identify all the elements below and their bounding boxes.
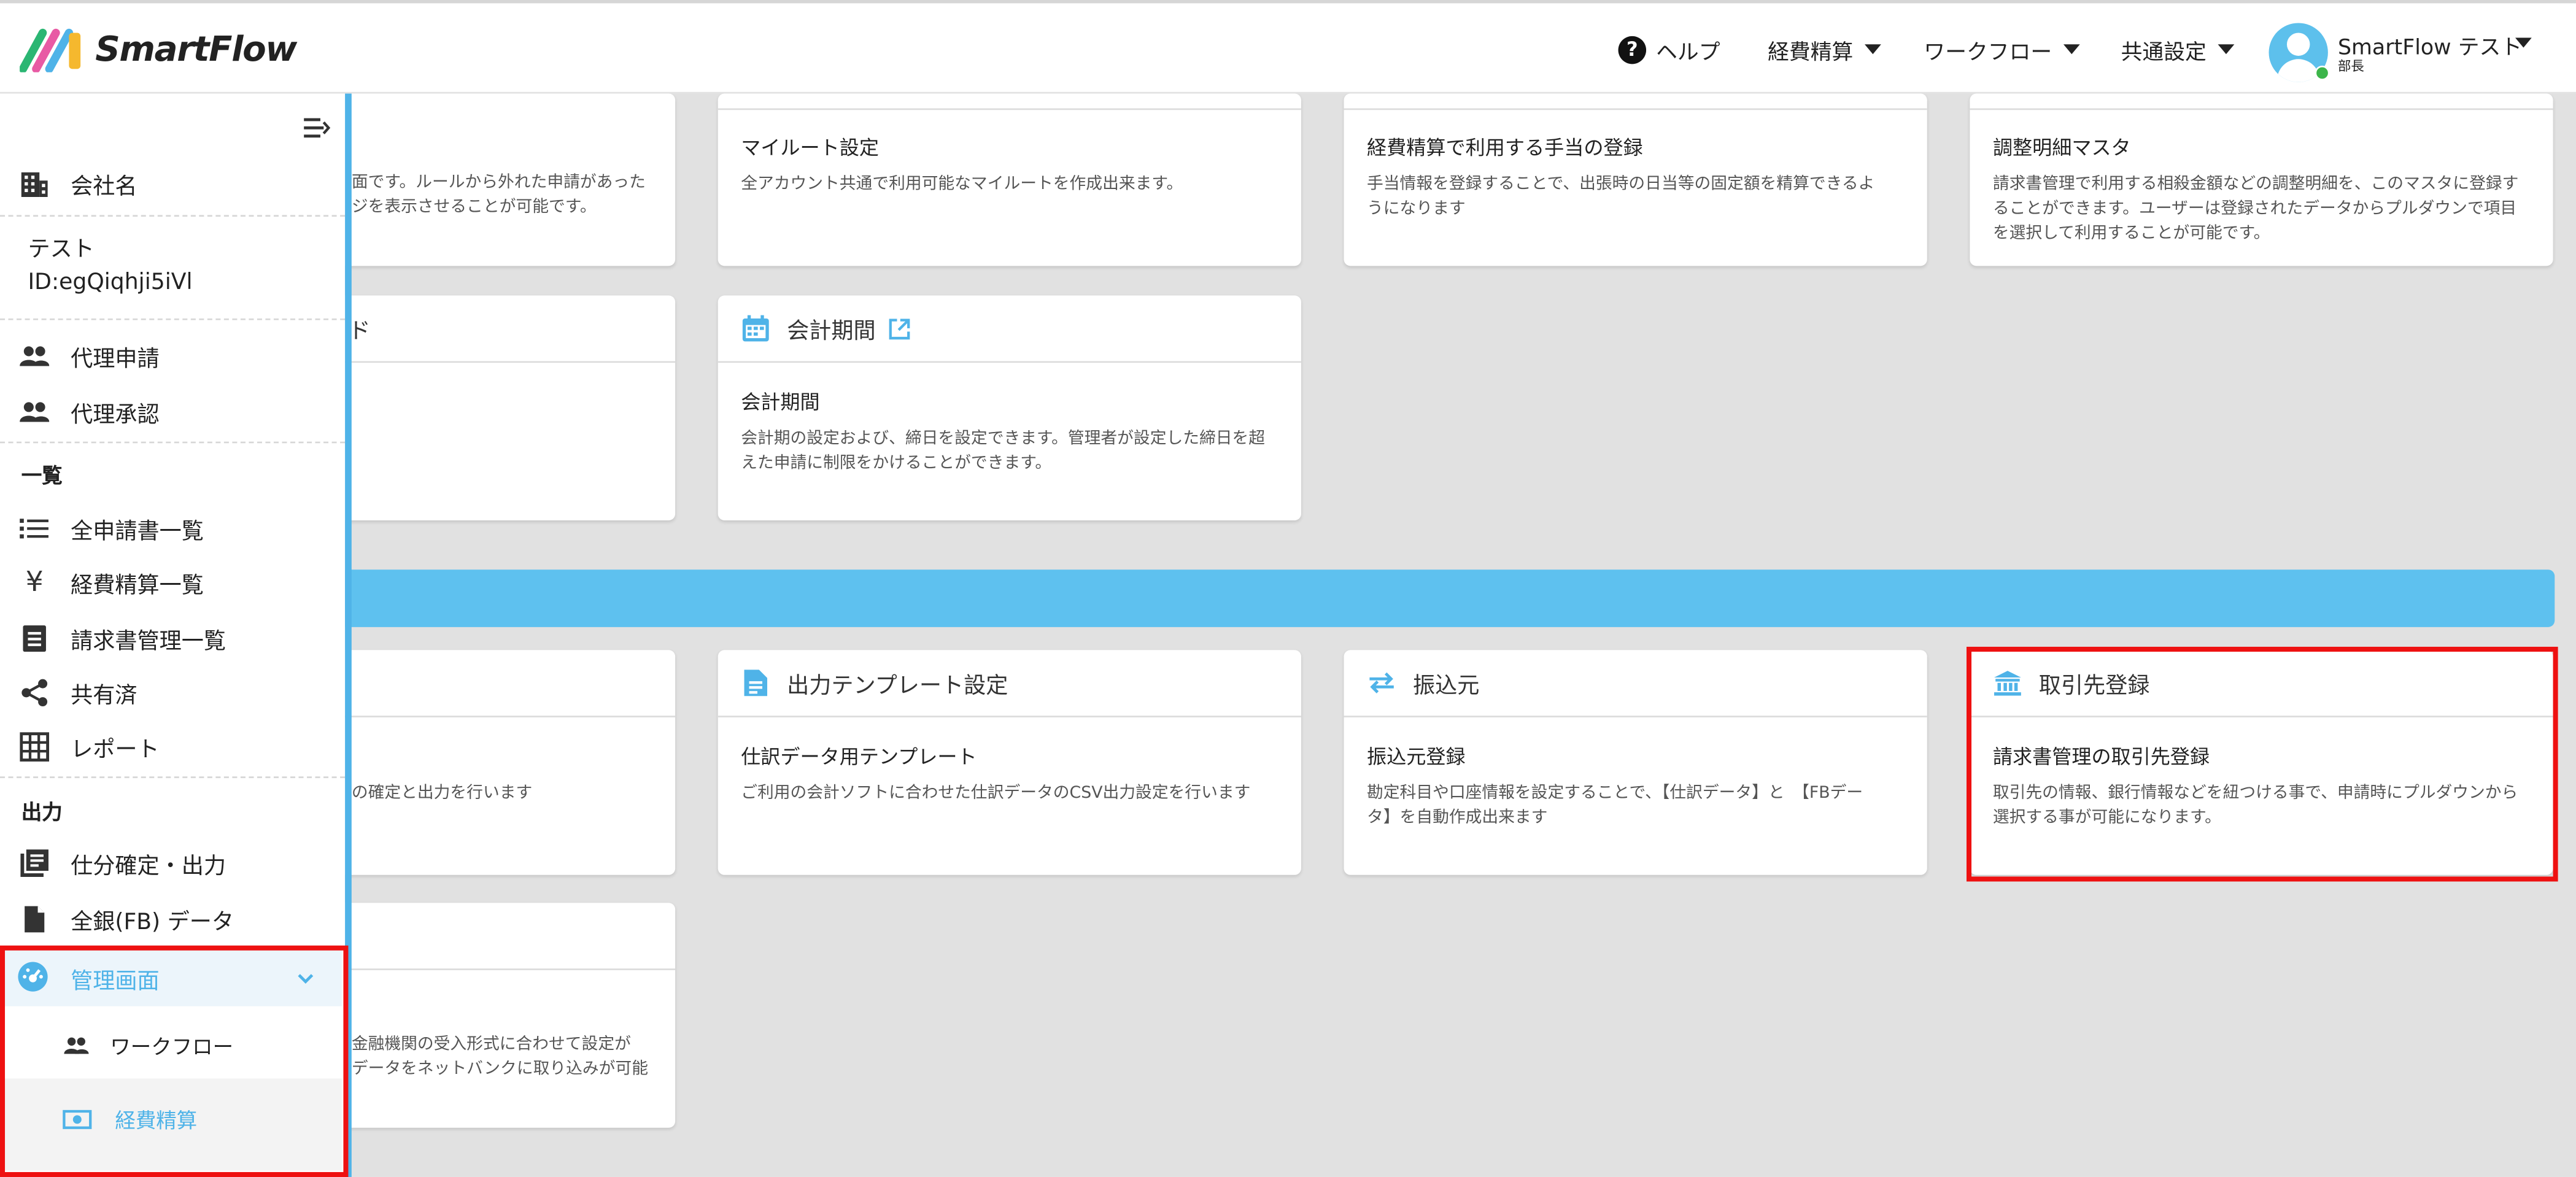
collapse-sidebar-icon[interactable] xyxy=(303,114,332,143)
online-status-dot xyxy=(2315,66,2330,81)
card-subtitle: 振込元登録 xyxy=(1367,745,1466,768)
sidebar-item-expense-list[interactable]: ¥ 経費精算一覧 xyxy=(0,558,345,608)
card-subtitle: 仕訳データ用テンプレート xyxy=(741,745,977,768)
logo-text: SmartFlow xyxy=(95,29,297,69)
highlight-supplier-card xyxy=(1967,646,2558,882)
logo-icon xyxy=(20,28,81,72)
building-icon xyxy=(18,168,51,201)
nav-label: 経費精算 xyxy=(1768,40,1854,65)
top-header: SmartFlow ? ヘルプ 経費精算 ワークフロー 共通設定 SmartFl… xyxy=(0,0,2576,94)
sidebar-item-label: 仕分確定・出力 xyxy=(71,854,226,880)
document-icon xyxy=(18,622,51,655)
sidebar-item-shared[interactable]: 共有済 xyxy=(0,668,345,717)
book-icon xyxy=(18,847,51,880)
list-icon xyxy=(18,512,51,546)
settings-card-output-template[interactable]: 出力テンプレート設定 仕訳データ用テンプレート ご利用の会計ソフトに合わせた仕訳… xyxy=(717,650,1301,875)
card-header: 出力テンプレート設定 xyxy=(717,650,1301,717)
caret-down-icon xyxy=(2218,44,2235,55)
people-icon xyxy=(18,396,51,429)
sidebar-item-label: 代理申請 xyxy=(71,346,160,373)
nav-label: ワークフロー xyxy=(1924,40,2052,65)
sidebar-company-label: 会社名 xyxy=(0,159,345,208)
card-title: 出力テンプレート設定 xyxy=(787,673,1008,700)
sidebar-item-label: 経費精算一覧 xyxy=(71,573,204,600)
user-menu[interactable]: SmartFlow テスト 部長 xyxy=(2269,20,2556,85)
help-icon: ? xyxy=(1618,35,1647,63)
sidebar-item-label: 全申請書一覧 xyxy=(71,519,204,546)
nav-label: 共通設定 xyxy=(2121,40,2207,65)
file-icon xyxy=(18,903,51,936)
sidebar-item-all-applications[interactable]: 全申請書一覧 xyxy=(0,504,345,553)
sidebar-item-label: 共有済 xyxy=(71,682,137,709)
card-subtitle: マイルート設定 xyxy=(741,136,880,160)
card-title: 会計期間 xyxy=(787,318,876,345)
sidebar-item-label: 請求書管理一覧 xyxy=(71,628,226,655)
card-description: 金融機関の受入形式に合わせて設定が データをネットバンクに取り込みが可能 xyxy=(351,1035,648,1079)
card-subtitle: 会計期間 xyxy=(741,390,820,414)
nav-expense-menu[interactable]: 経費精算 xyxy=(1768,29,1881,69)
section-heading-list: 一覧 xyxy=(21,463,63,488)
nav-workflow-menu[interactable]: ワークフロー xyxy=(1924,29,2080,69)
card-description: ご利用の会計ソフトに合わせた仕訳データのCSV出力設定を行います xyxy=(741,784,1251,803)
card-header: 振込元 xyxy=(1344,650,1927,717)
document-icon xyxy=(741,668,770,698)
section-banner xyxy=(345,569,2555,627)
help-link[interactable]: ? ヘルプ xyxy=(1618,29,1720,69)
card-header: 会計期間 xyxy=(717,296,1301,363)
company-label: 会社名 xyxy=(71,174,137,201)
help-label: ヘルプ xyxy=(1656,40,1720,65)
section-heading-output: 出力 xyxy=(21,799,63,824)
sidebar-item-report[interactable]: レポート xyxy=(0,722,345,771)
sidebar-item-label: レポート xyxy=(71,737,160,763)
sidebar-item-label: 全銀(FB) データ xyxy=(71,909,234,936)
settings-card-transfer-source[interactable]: 振込元 振込元登録 勘定科目や口座情報を設定することで、【仕訳データ】と 【FB… xyxy=(1344,650,1927,875)
user-role: 部長 xyxy=(2337,59,2364,74)
sidebar-item-proxy-apply[interactable]: 代理申請 xyxy=(0,331,345,380)
company-id: ID:egQiqhji5iVl xyxy=(28,269,193,296)
sidebar-item-journal-output[interactable]: 仕分確定・出力 xyxy=(0,839,345,888)
card-description: 手当情報を登録することで、出張時の日当等の固定額を精算できるよ うになります xyxy=(1367,176,1875,218)
card-description: 請求書管理で利用する相殺金額などの調整明細を、このマスタに登録す ることができます… xyxy=(1992,176,2519,243)
card-description: 全アカウント共通で利用可能なマイルートを作成出来ます。 xyxy=(741,176,1183,194)
company-name: テスト xyxy=(28,236,95,263)
sidebar-item-fb-data[interactable]: 全銀(FB) データ xyxy=(0,895,345,944)
settings-card-adjustment-master[interactable]: 調整明細マスタ 請求書管理で利用する相殺金額などの調整明細を、このマスタに登録す… xyxy=(1970,93,2553,266)
card-description: 面です。ルールから外れた申請があった ジを表示させることが可能です。 xyxy=(351,174,646,217)
sidebar-item-proxy-approve[interactable]: 代理承認 xyxy=(0,387,345,436)
sidebar-item-label: 代理承認 xyxy=(71,402,160,429)
card-subtitle: 調整明細マスタ xyxy=(1992,136,2131,160)
card-description: 勘定科目や口座情報を設定することで、【仕訳データ】と 【FBデー タ】を自動作成出… xyxy=(1367,784,1863,828)
swap-arrows-icon xyxy=(1367,668,1396,698)
user-name: SmartFlow テスト xyxy=(2337,36,2523,61)
settings-card-allowance[interactable]: 経費精算で利用する手当の登録 手当情報を登録することで、出張時の日当等の固定額を… xyxy=(1344,93,1927,266)
caret-down-icon xyxy=(2063,44,2080,55)
card-description: 会計期の設定および、締日を設定できます。管理者が設定した締日を超 えた申請に制限を… xyxy=(741,430,1266,473)
card-title-fragment: ド xyxy=(348,318,371,345)
caret-down-icon xyxy=(2515,37,2532,48)
calendar-icon xyxy=(741,314,770,343)
settings-card-fiscal-period[interactable]: 会計期間 会計期間 会計期の設定および、締日を設定できます。管理者が設定した締日… xyxy=(717,295,1301,520)
people-icon xyxy=(18,340,51,373)
highlight-management-menu xyxy=(0,945,349,1177)
smartflow-logo[interactable]: SmartFlow xyxy=(20,25,297,74)
nav-common-settings-menu[interactable]: 共通設定 xyxy=(2121,29,2235,69)
card-description: の確定と出力を行います xyxy=(351,784,533,803)
settings-card-my-route[interactable]: マイルート設定 全アカウント共通で利用可能なマイルートを作成出来ます。 xyxy=(717,93,1301,266)
external-link-icon[interactable] xyxy=(887,316,911,341)
caret-down-icon xyxy=(1865,44,1881,55)
yen-icon: ¥ xyxy=(25,566,44,600)
card-subtitle: 経費精算で利用する手当の登録 xyxy=(1367,136,1643,160)
share-icon xyxy=(18,676,51,709)
sidebar-item-invoice-list[interactable]: 請求書管理一覧 xyxy=(0,614,345,663)
card-title: 振込元 xyxy=(1412,673,1480,700)
table-icon xyxy=(18,730,51,763)
